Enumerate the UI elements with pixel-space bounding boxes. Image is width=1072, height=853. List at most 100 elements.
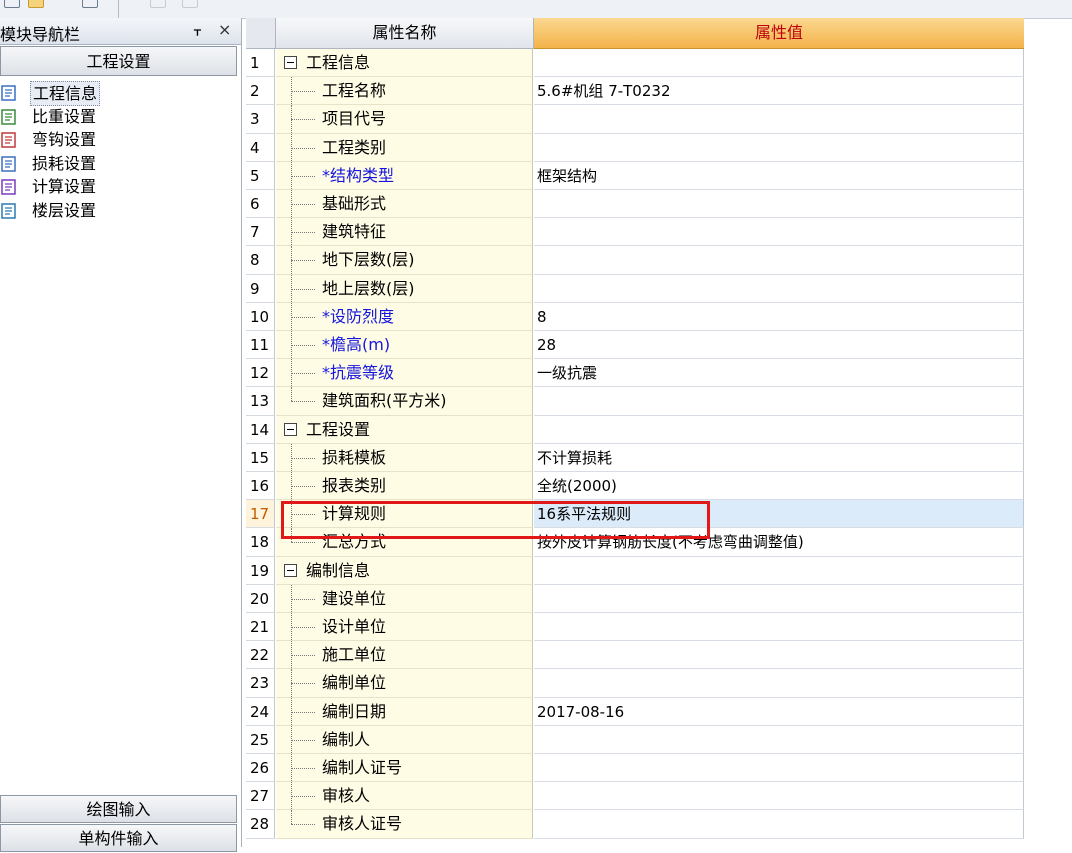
table-row[interactable]: 8 地下层数(层) xyxy=(246,246,1026,275)
table-row[interactable]: 6 基础形式 xyxy=(246,190,1026,219)
row-number[interactable]: 8 xyxy=(246,246,275,275)
table-row[interactable]: 24 编制日期 2017-08-16 xyxy=(246,697,1026,726)
property-name-cell[interactable]: 地上层数(层) xyxy=(276,274,533,303)
table-row[interactable]: 20 建设单位 xyxy=(246,584,1026,613)
property-name-cell[interactable]: 施工单位 xyxy=(276,641,533,670)
table-row[interactable]: 9 地上层数(层) xyxy=(246,274,1026,303)
property-value-cell[interactable]: 5.6#机组 7-T0232 xyxy=(534,77,1024,106)
row-number[interactable]: 10 xyxy=(246,302,275,331)
row-number[interactable]: 25 xyxy=(246,725,275,754)
row-number[interactable]: 3 xyxy=(246,105,275,134)
property-name-cell[interactable]: 工程信息 xyxy=(276,49,533,78)
new-file-icon[interactable] xyxy=(4,0,20,8)
row-number[interactable]: 22 xyxy=(246,641,275,670)
table-row[interactable]: 28 审核人证号 xyxy=(246,810,1026,839)
property-value-cell[interactable] xyxy=(534,810,1024,839)
property-value-cell[interactable] xyxy=(534,782,1024,811)
property-value-cell[interactable] xyxy=(534,725,1024,754)
collapse-icon[interactable] xyxy=(284,563,297,577)
row-number[interactable]: 1 xyxy=(246,49,275,78)
property-value-cell[interactable]: 28 xyxy=(534,331,1024,360)
property-value-cell[interactable] xyxy=(534,754,1024,783)
row-number[interactable]: 9 xyxy=(246,274,275,303)
collapse-icon[interactable] xyxy=(284,422,297,436)
table-row[interactable]: 26 编制人证号 xyxy=(246,754,1026,783)
table-row[interactable]: 11 *檐高(m) 28 xyxy=(246,331,1026,360)
property-value-cell[interactable]: 全统(2000) xyxy=(534,472,1024,501)
table-row[interactable]: 12 *抗震等级 一级抗震 xyxy=(246,359,1026,388)
row-number[interactable]: 6 xyxy=(246,190,275,219)
row-number[interactable]: 7 xyxy=(246,218,275,247)
property-name-cell[interactable]: 编制单位 xyxy=(276,669,533,698)
property-value-cell[interactable]: 不计算损耗 xyxy=(534,443,1024,472)
property-value-cell[interactable] xyxy=(534,274,1024,303)
row-number[interactable]: 12 xyxy=(246,359,275,388)
table-row[interactable]: 14 工程设置 xyxy=(246,415,1026,444)
row-number[interactable]: 5 xyxy=(246,161,275,190)
property-value-cell[interactable] xyxy=(534,246,1024,275)
property-name-cell[interactable]: *抗震等级 xyxy=(276,359,533,388)
property-name-cell[interactable]: 编制人 xyxy=(276,725,533,754)
row-number[interactable]: 11 xyxy=(246,331,275,360)
row-number[interactable]: 13 xyxy=(246,387,275,416)
property-value-cell[interactable] xyxy=(534,190,1024,219)
row-number[interactable]: 15 xyxy=(246,443,275,472)
property-name-cell[interactable]: 编制人证号 xyxy=(276,754,533,783)
property-name-cell[interactable]: *檐高(m) xyxy=(276,331,533,360)
drawing-input-button[interactable]: 绘图输入 xyxy=(0,795,237,823)
table-row[interactable]: 23 编制单位 xyxy=(246,669,1026,698)
property-value-cell[interactable] xyxy=(534,105,1024,134)
table-row[interactable]: 22 施工单位 xyxy=(246,641,1026,670)
property-name-cell[interactable]: 建筑面积(平方米) xyxy=(276,387,533,416)
table-row[interactable]: 7 建筑特征 xyxy=(246,218,1026,247)
save-icon[interactable] xyxy=(82,0,98,8)
property-value-cell[interactable] xyxy=(534,584,1024,613)
property-value-cell[interactable] xyxy=(534,556,1024,585)
property-value-cell[interactable]: 8 xyxy=(534,302,1024,331)
open-folder-icon[interactable] xyxy=(28,0,44,8)
row-number[interactable]: 24 xyxy=(246,697,275,726)
property-value-cell[interactable]: 框架结构 xyxy=(534,161,1024,190)
row-number[interactable]: 21 xyxy=(246,613,275,642)
property-value-cell[interactable] xyxy=(534,49,1024,78)
property-name-cell[interactable]: *结构类型 xyxy=(276,161,533,190)
property-name-cell[interactable]: 设计单位 xyxy=(276,613,533,642)
table-row[interactable]: 25 编制人 xyxy=(246,725,1026,754)
single-component-input-button[interactable]: 单构件输入 xyxy=(0,824,237,852)
row-number[interactable]: 27 xyxy=(246,782,275,811)
table-row[interactable]: 21 设计单位 xyxy=(246,613,1026,642)
property-name-cell[interactable]: 工程类别 xyxy=(276,133,533,162)
property-value-cell[interactable] xyxy=(534,415,1024,444)
table-row[interactable]: 1 工程信息 xyxy=(246,49,1026,78)
row-number[interactable]: 14 xyxy=(246,415,275,444)
undo-icon[interactable] xyxy=(150,0,166,8)
table-row[interactable]: 27 审核人 xyxy=(246,782,1026,811)
property-name-cell[interactable]: 建设单位 xyxy=(276,584,533,613)
table-row[interactable]: 10 *设防烈度 8 xyxy=(246,302,1026,331)
row-number[interactable]: 17 xyxy=(246,500,275,529)
property-name-cell[interactable]: 编制日期 xyxy=(276,697,533,726)
property-value-cell[interactable] xyxy=(534,613,1024,642)
table-row[interactable]: 19 编制信息 xyxy=(246,556,1026,585)
property-name-cell[interactable]: 基础形式 xyxy=(276,190,533,219)
collapse-icon[interactable] xyxy=(284,56,297,69)
table-row[interactable]: 4 工程类别 xyxy=(246,133,1026,162)
row-number[interactable]: 20 xyxy=(246,584,275,613)
close-icon[interactable]: × xyxy=(218,20,231,39)
table-row[interactable]: 3 项目代号 xyxy=(246,105,1026,134)
project-settings-button[interactable]: 工程设置 xyxy=(0,46,237,76)
property-value-header[interactable]: 属性值 xyxy=(534,18,1024,49)
property-value-cell[interactable] xyxy=(534,387,1024,416)
property-name-header[interactable]: 属性名称 xyxy=(276,18,534,49)
property-name-cell[interactable]: 报表类别 xyxy=(276,472,533,501)
property-name-cell[interactable]: 损耗模板 xyxy=(276,443,533,472)
row-number[interactable]: 2 xyxy=(246,77,275,106)
property-name-cell[interactable]: 项目代号 xyxy=(276,105,533,134)
property-value-cell[interactable] xyxy=(534,133,1024,162)
property-name-cell[interactable]: 审核人 xyxy=(276,782,533,811)
property-name-cell[interactable]: 审核人证号 xyxy=(276,810,533,839)
property-value-cell[interactable]: 一级抗震 xyxy=(534,359,1024,388)
property-value-cell[interactable] xyxy=(534,218,1024,247)
property-value-cell[interactable]: 2017-08-16 xyxy=(534,697,1024,726)
row-number[interactable]: 26 xyxy=(246,754,275,783)
